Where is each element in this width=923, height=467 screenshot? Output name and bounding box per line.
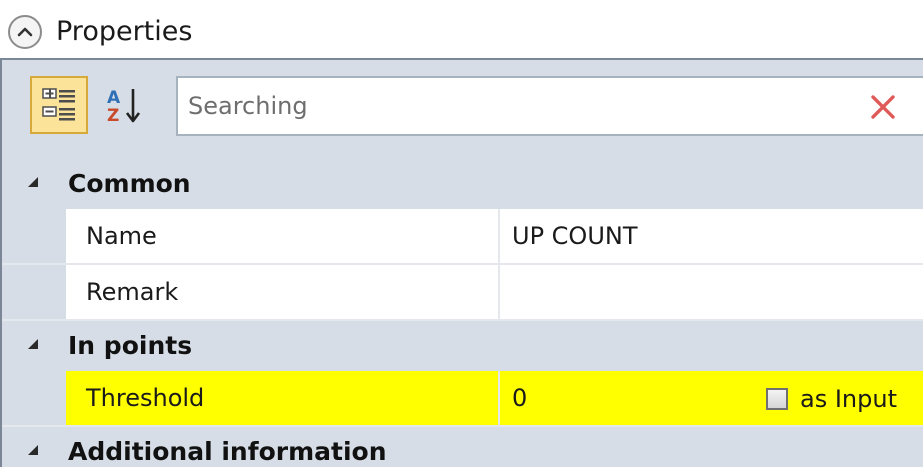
collapse-button[interactable] [8, 15, 42, 49]
categorized-view-button[interactable] [30, 76, 88, 134]
property-row-remark[interactable]: Remark [2, 265, 923, 321]
property-value[interactable]: 0 [512, 382, 527, 414]
expand-triangle-icon[interactable] [28, 445, 38, 455]
category-in-points[interactable]: In points [2, 321, 923, 371]
property-value[interactable]: UP COUNT [512, 220, 638, 252]
property-row-name[interactable]: Name UP COUNT [2, 209, 923, 265]
category-label: In points [68, 331, 193, 360]
panel-title: Properties [56, 16, 193, 47]
property-grid: Common Name UP COUNT Remark In points Th… [2, 159, 923, 467]
search-box [176, 76, 923, 136]
property-value-cell[interactable]: 0 as Input [500, 371, 923, 425]
property-row-threshold[interactable]: Threshold 0 as Input [2, 371, 923, 427]
property-name: Name [86, 222, 157, 250]
property-toolbar: A Z [2, 60, 923, 159]
row-gutter [2, 209, 66, 263]
property-value-cell[interactable] [500, 265, 923, 319]
svg-text:A: A [107, 88, 121, 108]
close-icon[interactable] [868, 92, 898, 122]
property-name-cell: Remark [66, 265, 500, 319]
search-input[interactable] [188, 86, 828, 126]
as-input-checkbox[interactable]: as Input [766, 383, 897, 415]
row-gutter [2, 265, 66, 319]
property-grid-panel: A Z Common Name [0, 58, 923, 467]
expand-triangle-icon[interactable] [28, 339, 38, 349]
expand-triangle-icon[interactable] [28, 177, 38, 187]
alphabetical-sort-button[interactable]: A Z [96, 76, 154, 134]
categorized-view-icon [42, 88, 75, 121]
property-name-cell: Name [66, 209, 500, 263]
category-label: Common [68, 169, 191, 198]
category-additional-information[interactable]: Additional information [2, 427, 923, 467]
category-common[interactable]: Common [2, 159, 923, 209]
chevron-up-icon [17, 27, 33, 37]
properties-header: Properties [0, 0, 923, 58]
property-name: Threshold [86, 384, 205, 412]
svg-text:Z: Z [107, 106, 119, 126]
property-value-cell[interactable]: UP COUNT [500, 209, 923, 263]
as-input-label: as Input [800, 385, 897, 413]
property-name: Remark [86, 278, 179, 306]
property-name-cell: Threshold [66, 371, 500, 425]
sort-alphabetical-icon: A Z [107, 88, 141, 126]
properties-window: Properties A Z Searching Common Name UP … [0, 0, 923, 467]
checkbox-box[interactable] [766, 388, 788, 410]
category-label: Additional information [68, 437, 387, 466]
row-gutter [2, 371, 66, 425]
